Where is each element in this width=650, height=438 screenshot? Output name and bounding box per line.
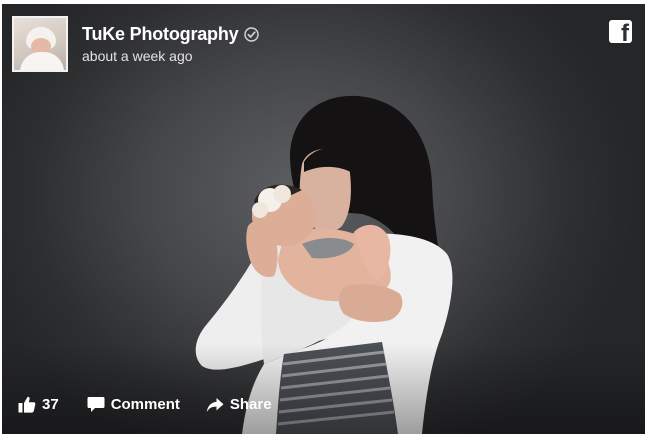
like-count: 37: [42, 396, 59, 413]
share-button[interactable]: Share: [206, 396, 272, 413]
page-name-link[interactable]: TuKe Photography: [82, 24, 239, 45]
speech-bubble-icon: [87, 396, 105, 413]
like-button[interactable]: 37: [18, 396, 59, 413]
post-timestamp-link[interactable]: about a week ago: [82, 48, 259, 64]
post-header: TuKe Photography about a week ago: [12, 16, 260, 72]
page-name-row: TuKe Photography: [82, 24, 260, 45]
facebook-logo-icon[interactable]: f: [609, 20, 632, 46]
comment-button[interactable]: Comment: [87, 396, 180, 413]
share-label: Share: [229, 396, 272, 413]
verified-check-icon: [244, 27, 260, 42]
page-avatar[interactable]: [12, 16, 68, 72]
post-meta: TuKe Photography about a week ago: [82, 24, 260, 64]
thumbs-up-icon: [18, 396, 36, 413]
facebook-post-card[interactable]: TuKe Photography about a week ago f 37 C…: [2, 4, 645, 434]
share-arrow-icon: [206, 397, 224, 413]
comment-label: Comment: [110, 396, 180, 413]
post-actions-bar: 37 Comment Share: [18, 396, 272, 413]
